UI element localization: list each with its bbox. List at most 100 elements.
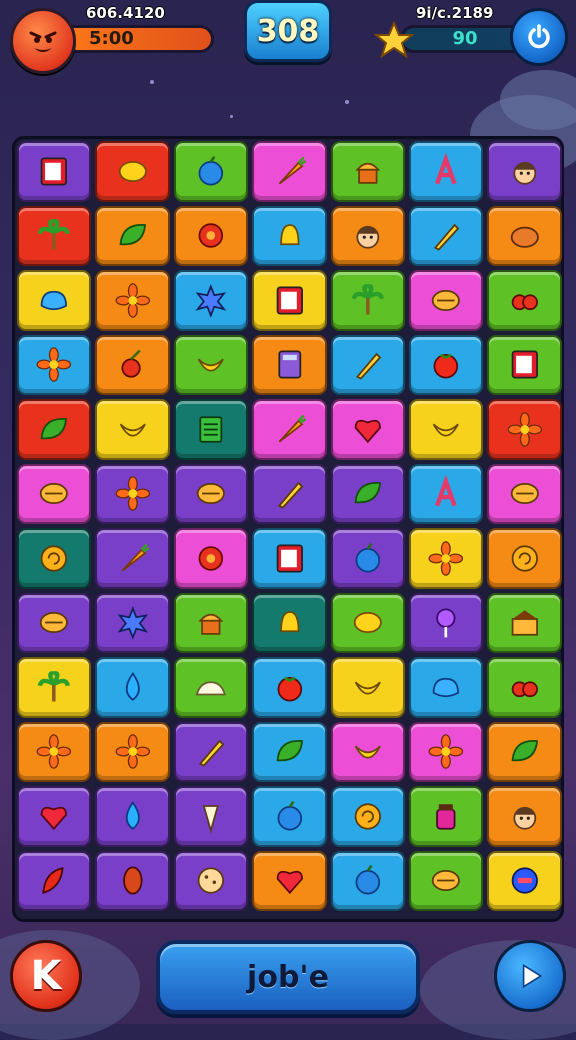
tile-leaf[interactable] (17, 399, 92, 460)
tile-drop[interactable] (95, 657, 170, 718)
tile-card[interactable] (17, 141, 92, 202)
palm-icon (38, 219, 71, 250)
tile-card[interactable] (487, 334, 562, 395)
tile-melon[interactable] (17, 592, 92, 653)
tile-cocoa[interactable] (95, 850, 170, 911)
tile-note[interactable] (173, 399, 249, 460)
tile-calc[interactable] (252, 334, 327, 395)
tile-apple[interactable] (330, 528, 405, 589)
tile-flower[interactable] (17, 334, 92, 395)
tile-melon[interactable] (409, 850, 484, 911)
tile-lemon[interactable] (95, 141, 170, 202)
tile-leaf[interactable] (330, 463, 405, 524)
tile-boy[interactable] (330, 205, 405, 266)
tile-banana[interactable] (95, 399, 170, 460)
tile-boy[interactable] (487, 141, 562, 202)
tile-berries[interactable] (487, 270, 562, 331)
tile-pen[interactable] (409, 205, 484, 266)
tile-apple[interactable] (173, 141, 249, 202)
tile-carrot[interactable] (252, 399, 327, 460)
tile-tomato[interactable] (252, 657, 327, 718)
muffin-icon (355, 162, 381, 184)
tile-splat[interactable] (95, 592, 170, 653)
tile-apple[interactable] (252, 786, 327, 847)
tile-heart[interactable] (330, 399, 405, 460)
tile-melon[interactable] (173, 463, 249, 524)
tile-banana[interactable] (330, 721, 405, 782)
tile-heart[interactable] (17, 786, 92, 847)
tile-blob[interactable] (17, 270, 92, 331)
tile-palm[interactable] (330, 270, 405, 331)
tile-palm[interactable] (17, 657, 92, 718)
angry-face-glyph (29, 31, 57, 52)
heart-icon (354, 419, 381, 443)
tile-banana[interactable] (173, 334, 249, 395)
melon-icon (510, 483, 539, 505)
tile-tomato[interactable] (409, 334, 484, 395)
tile-muffin[interactable] (330, 141, 405, 202)
tile-drop[interactable] (95, 786, 170, 847)
tile-swirl[interactable] (17, 528, 92, 589)
tile-splat[interactable] (173, 270, 249, 331)
tile-leaf[interactable] (95, 205, 170, 266)
play-button[interactable] (494, 940, 566, 1012)
tile-bell[interactable] (252, 205, 327, 266)
tile-chili[interactable] (17, 850, 92, 911)
tile-melon[interactable] (487, 463, 562, 524)
back-button[interactable]: K (10, 940, 82, 1012)
tile-berry[interactable] (173, 528, 249, 589)
tile-berries[interactable] (487, 657, 562, 718)
tile-cookie[interactable] (173, 850, 249, 911)
tile-flower[interactable] (409, 721, 484, 782)
tile-berry[interactable] (173, 205, 249, 266)
tile-letter[interactable] (409, 463, 484, 524)
power-button[interactable] (510, 8, 568, 66)
tile-flower[interactable] (487, 399, 562, 460)
card-icon (276, 286, 303, 315)
pen-icon (355, 352, 382, 380)
tile-swirl[interactable] (330, 786, 405, 847)
leaf-icon (354, 482, 381, 504)
tile-flower[interactable] (95, 270, 170, 331)
tile-carrot[interactable] (95, 528, 170, 589)
tile-lemon[interactable] (330, 592, 405, 653)
tile-blob[interactable] (409, 657, 484, 718)
tile-flower[interactable] (95, 721, 170, 782)
tile-card[interactable] (252, 270, 327, 331)
tile-swirl[interactable] (487, 528, 562, 589)
tile-carrot[interactable] (252, 141, 327, 202)
tile-palm[interactable] (17, 205, 92, 266)
tile-cherry[interactable] (95, 334, 170, 395)
tile-flower[interactable] (17, 721, 92, 782)
tile-cream[interactable] (173, 657, 249, 718)
target-score: 9і/с.2189 (416, 4, 494, 22)
tile-cake[interactable] (487, 592, 562, 653)
tile-pen[interactable] (330, 334, 405, 395)
tile-lolly[interactable] (409, 592, 484, 653)
tile-banana[interactable] (330, 657, 405, 718)
tile-jar[interactable] (487, 850, 562, 911)
tile-melon[interactable] (409, 270, 484, 331)
main-action-button[interactable]: јob'e (156, 940, 420, 1014)
tile-bread[interactable] (487, 205, 562, 266)
tile-leaf[interactable] (252, 721, 327, 782)
tile-muffin[interactable] (173, 592, 249, 653)
tile-letter[interactable] (409, 141, 484, 202)
tile-cone[interactable] (173, 786, 249, 847)
tile-melon[interactable] (17, 463, 92, 524)
tile-boy[interactable] (487, 786, 562, 847)
bell-icon (279, 611, 300, 633)
tile-heart[interactable] (252, 850, 327, 911)
tile-pen[interactable] (173, 721, 249, 782)
tile-flower[interactable] (95, 463, 170, 524)
tile-flower[interactable] (409, 528, 484, 589)
tile-bell[interactable] (252, 592, 327, 653)
tile-jam[interactable] (409, 786, 484, 847)
tile-leaf[interactable] (487, 721, 562, 782)
tile-card[interactable] (252, 528, 327, 589)
tile-banana[interactable] (409, 399, 484, 460)
k-letter-icon: K (30, 953, 62, 999)
angry-face-icon[interactable] (10, 8, 76, 74)
tile-apple[interactable] (330, 850, 405, 911)
tile-pen[interactable] (252, 463, 327, 524)
